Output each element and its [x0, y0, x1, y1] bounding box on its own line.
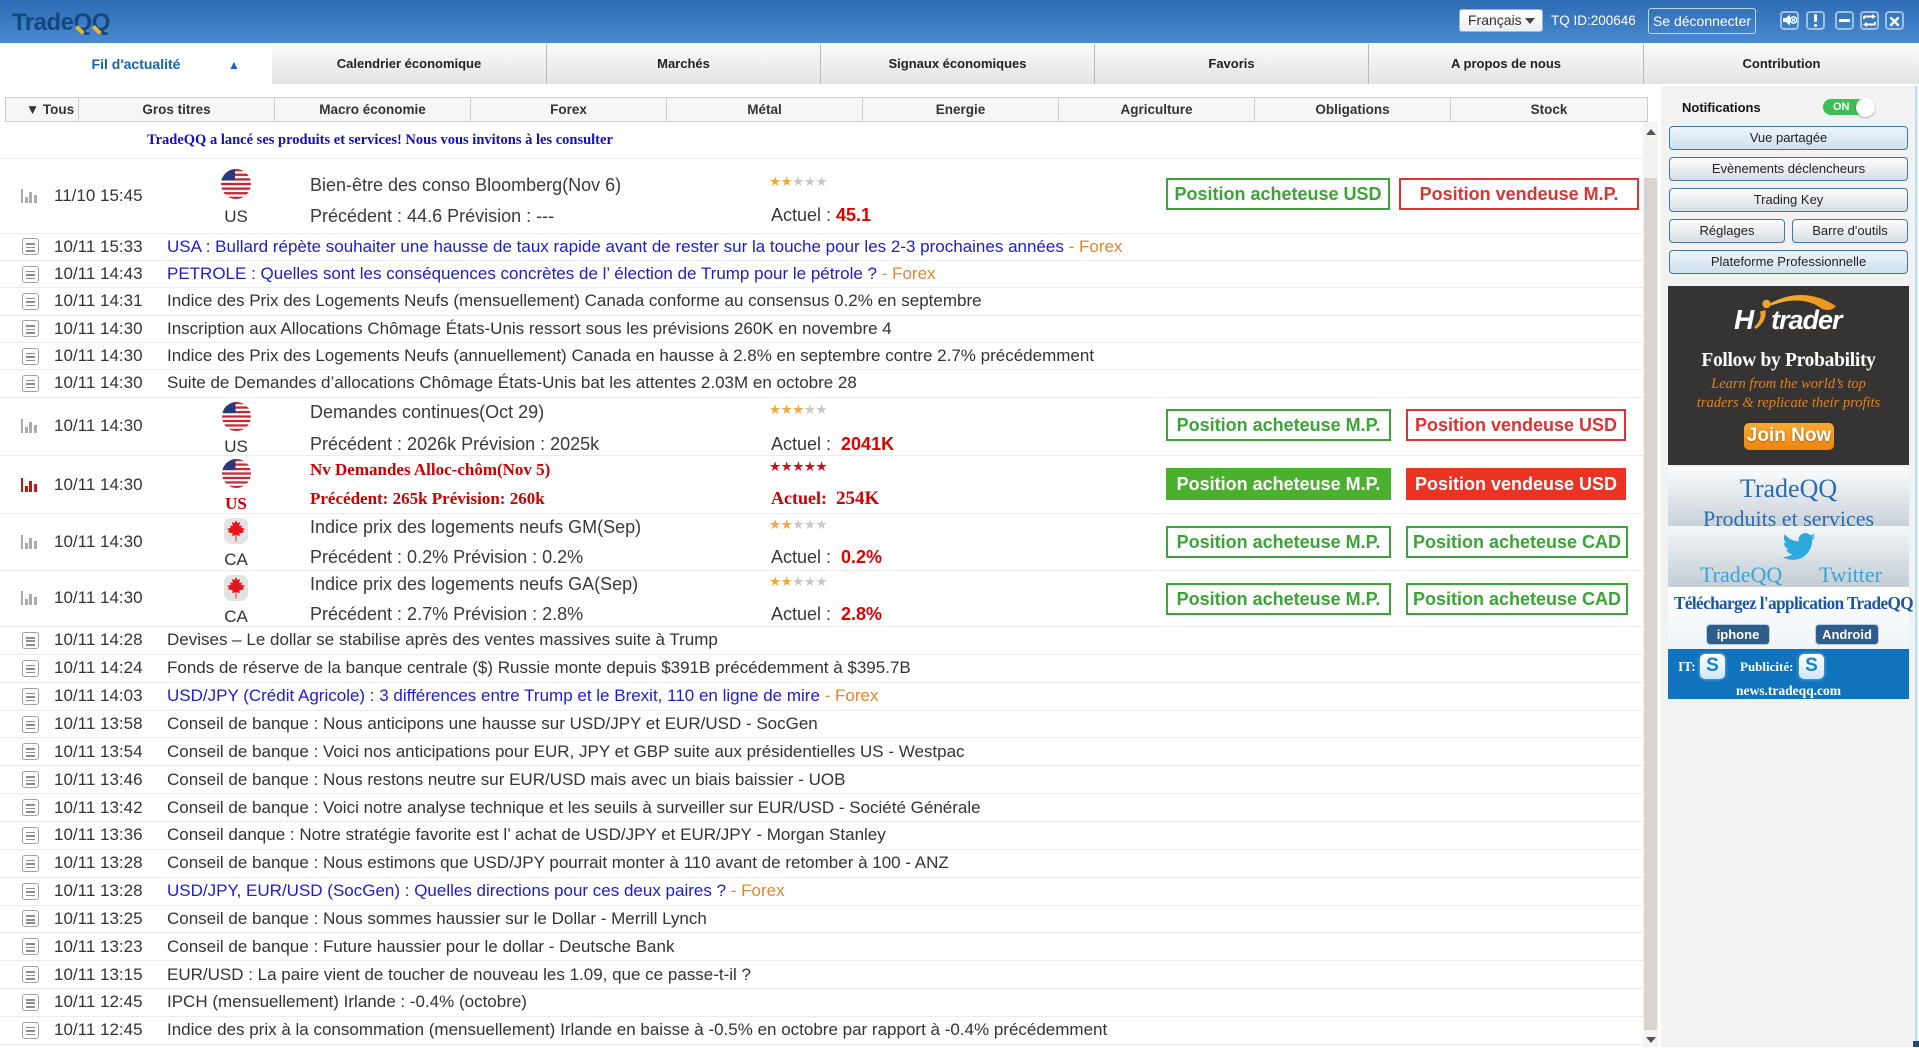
svg-text:trader: trader [1771, 305, 1844, 335]
svg-text:H: H [1734, 304, 1755, 335]
